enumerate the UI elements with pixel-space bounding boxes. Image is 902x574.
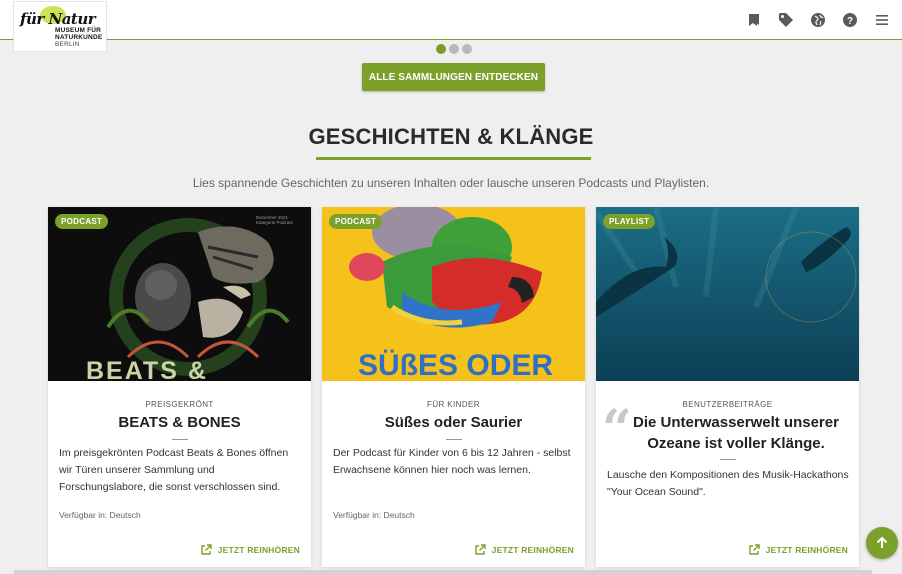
- cta-label: JETZT REINHÖREN: [217, 545, 300, 555]
- card-title[interactable]: BEATS & BONES: [48, 414, 311, 431]
- card-title[interactable]: Die Unterwasserwelt unserer Ozeane ist v…: [616, 412, 856, 454]
- external-link-icon: [474, 544, 486, 555]
- bookmark-icon[interactable]: [738, 9, 770, 31]
- card-description: Lausche den Kompositionen des Musik-Hack…: [607, 469, 849, 498]
- scroll-to-top-button[interactable]: [866, 527, 898, 559]
- header-icons: ?: [738, 9, 898, 31]
- site-header: ?: [0, 0, 902, 40]
- logo-script: für Natur: [20, 10, 96, 28]
- card-beats-bones[interactable]: BEATS & BONES Dezember 2021 Kategorie Po…: [48, 207, 311, 567]
- external-link-icon: [748, 544, 760, 555]
- carousel-dot-3[interactable]: [462, 44, 472, 54]
- card-ocean-sounds[interactable]: PLAYLIST “ BENUTZERBEITRÄGE Die Unterwas…: [596, 207, 859, 567]
- carousel-dot-2[interactable]: [449, 44, 459, 54]
- badge: PODCAST: [55, 214, 109, 229]
- card-description: Der Podcast für Kinder von 6 bis 12 Jahr…: [333, 447, 571, 476]
- image-title-text: BEATS & BONES: [86, 357, 208, 381]
- title-underline: [316, 157, 591, 160]
- listen-now-link[interactable]: JETZT REINHÖREN: [474, 544, 574, 556]
- museum-logo[interactable]: für Natur MUSEUM FÜR NATURKUNDE BERLIN: [13, 1, 107, 52]
- horizontal-scrollbar[interactable]: [14, 570, 872, 574]
- card-divider: [720, 459, 736, 460]
- external-link-icon: [200, 544, 212, 555]
- card-kicker: FÜR KINDER: [427, 400, 480, 409]
- image-small-label: Dezember 2021 Kategorie Podcast: [256, 215, 293, 225]
- section-subtitle: Lies spannende Geschichten zu unseren In…: [192, 176, 710, 190]
- logo-line-1: MUSEUM FÜR: [55, 27, 102, 34]
- image-title-text: SÜßES ODER: [358, 349, 554, 381]
- arrow-up-icon: [876, 536, 888, 548]
- cta-label: JETZT REINHÖREN: [491, 545, 574, 555]
- svg-text:?: ?: [847, 16, 853, 27]
- all-collections-button[interactable]: ALLE SAMMLUNGEN ENTDECKEN: [362, 63, 545, 91]
- listen-now-link[interactable]: JETZT REINHÖREN: [748, 544, 848, 556]
- card-image[interactable]: PLAYLIST: [596, 207, 859, 381]
- globe-icon[interactable]: [802, 9, 834, 31]
- cta-label: JETZT REINHÖREN: [765, 545, 848, 555]
- card-image[interactable]: BEATS & BONES Dezember 2021 Kategorie Po…: [48, 207, 311, 381]
- card-availability: Verfügbar in: Deutsch: [333, 510, 415, 520]
- menu-icon[interactable]: [866, 9, 898, 31]
- card-kicker: BENUTZERBEITRÄGE: [682, 400, 773, 409]
- listen-now-link[interactable]: JETZT REINHÖREN: [200, 544, 300, 556]
- card-divider: [446, 439, 462, 440]
- section-title: GESCHICHTEN & KLÄNGE: [308, 124, 594, 149]
- help-icon[interactable]: ?: [834, 9, 866, 31]
- card-title[interactable]: Süßes oder Saurier: [322, 414, 585, 431]
- logo-line-2: NATURKUNDE: [55, 34, 103, 41]
- logo-line-3: BERLIN: [55, 41, 80, 48]
- badge: PODCAST: [329, 214, 383, 229]
- tag-icon[interactable]: [770, 9, 802, 31]
- badge: PLAYLIST: [603, 214, 656, 229]
- card-availability: Verfügbar in: Deutsch: [59, 510, 141, 520]
- card-image[interactable]: SÜßES ODER PODCAST: [322, 207, 585, 381]
- card-description: Im preisgekrönten Podcast Beats & Bones …: [59, 447, 289, 493]
- carousel-dot-1[interactable]: [436, 44, 446, 54]
- carousel-dots: [436, 44, 472, 54]
- card-kicker: PREISGEKRÖNT: [145, 400, 214, 409]
- card-divider: [172, 439, 188, 440]
- card-suesses-oder-saurier[interactable]: SÜßES ODER PODCAST FÜR KINDER Süßes oder…: [322, 207, 585, 567]
